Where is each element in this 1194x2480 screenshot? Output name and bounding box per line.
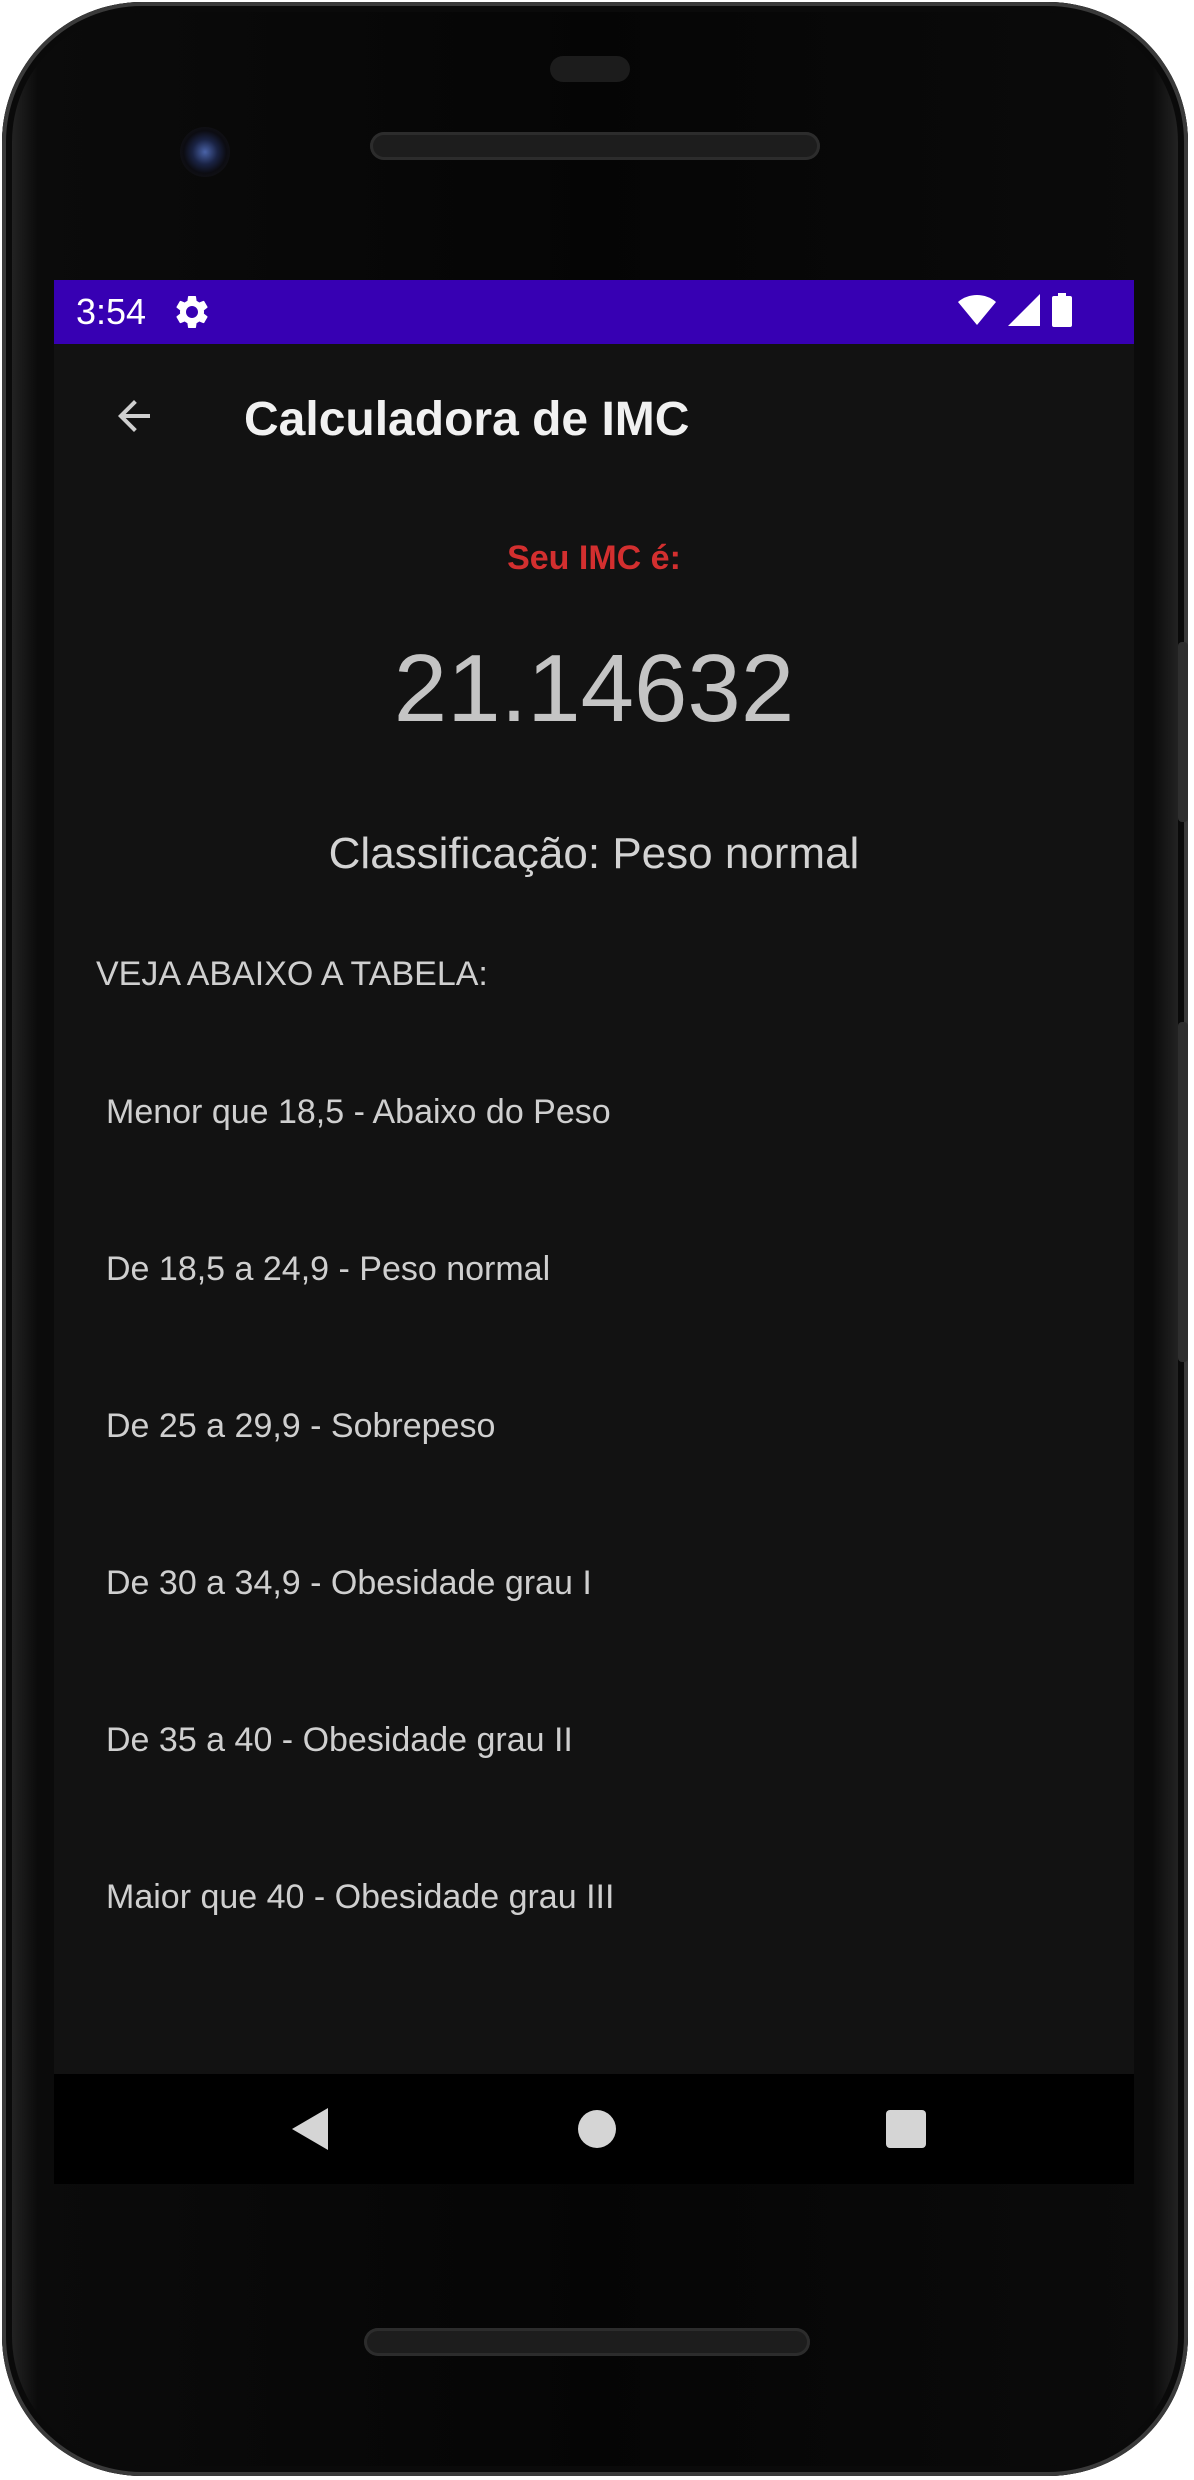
list-item: De 30 a 34,9 - Obesidade grau I xyxy=(106,1564,592,1602)
volume-button xyxy=(1178,1022,1188,1362)
battery-icon xyxy=(1052,292,1072,332)
list-item: Menor que 18,5 - Abaixo do Peso xyxy=(106,1093,611,1131)
navigation-bar xyxy=(54,2074,1134,2184)
earpiece xyxy=(550,56,630,82)
signal-icon xyxy=(1008,293,1040,331)
nav-home-icon[interactable] xyxy=(578,2110,616,2148)
front-camera xyxy=(180,127,230,177)
toolbar: Calculadora de IMC xyxy=(54,344,1134,494)
arrow-back-icon xyxy=(110,392,158,445)
list-item: Maior que 40 - Obesidade grau III xyxy=(106,1878,615,1916)
back-button[interactable] xyxy=(94,378,174,458)
list-item: De 18,5 a 24,9 - Peso normal xyxy=(106,1250,551,1288)
status-bar: 3:54 xyxy=(54,280,1134,344)
status-time: 3:54 xyxy=(76,291,147,332)
list-item: De 35 a 40 - Obesidade grau II xyxy=(106,1721,573,1759)
power-button xyxy=(1178,642,1188,822)
nav-back-icon[interactable] xyxy=(292,2108,328,2155)
imc-value: 21.14632 xyxy=(393,635,795,742)
bmi-range-list: Menor que 18,5 - Abaixo do Peso De 18,5 … xyxy=(106,1090,614,2032)
nav-recents-icon[interactable] xyxy=(886,2110,926,2148)
gear-icon xyxy=(172,292,212,332)
status-icons xyxy=(958,292,1072,332)
imc-label: Seu IMC é: xyxy=(507,539,681,577)
top-speaker-grille xyxy=(370,132,820,160)
page-title: Calculadora de IMC xyxy=(244,393,690,446)
app-content: Calculadora de IMC Seu IMC é: 21.14632 C… xyxy=(54,344,1134,2074)
wifi-icon xyxy=(958,294,996,330)
bottom-speaker-grille xyxy=(364,2328,810,2356)
classification-text: Classificação: Peso normal xyxy=(328,829,860,878)
phone-frame: 3:54 Calculadora de IMC Seu IMC é: 21.14… xyxy=(2,2,1188,2476)
list-item: De 25 a 29,9 - Sobrepeso xyxy=(106,1407,496,1445)
table-heading: VEJA ABAIXO A TABELA: xyxy=(96,955,488,993)
screen: 3:54 Calculadora de IMC Seu IMC é: 21.14… xyxy=(54,280,1134,2184)
